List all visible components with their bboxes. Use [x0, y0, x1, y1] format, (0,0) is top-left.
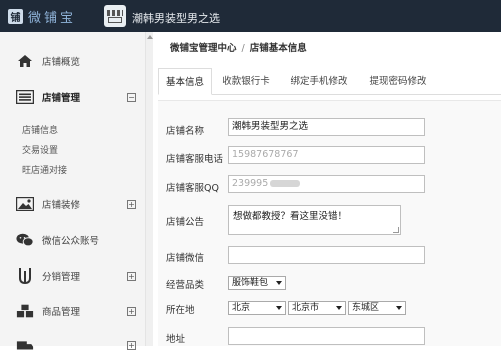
store-name-label: 店铺名称 — [166, 126, 205, 137]
notice-textarea[interactable]: 想做都教授？看这里没错！ — [228, 205, 401, 235]
location-label: 所在地 — [166, 305, 195, 316]
chevron-down-icon — [396, 306, 402, 310]
image-icon — [16, 195, 34, 213]
expand-icon[interactable]: + — [127, 271, 136, 281]
chevron-down-icon — [276, 281, 282, 285]
breadcrumb-current: 店铺基本信息 — [249, 43, 307, 54]
sidebar-item-label: 微信公众账号 — [42, 236, 100, 247]
notice-value: 想做都教授？看这里没错！ — [233, 211, 348, 222]
logo-mark: 铺 — [8, 8, 23, 24]
logo[interactable]: 铺 微铺宝 — [8, 7, 77, 26]
category-select[interactable]: 服饰鞋包 — [228, 276, 286, 290]
goods-icon — [16, 302, 34, 320]
chevron-down-icon — [336, 306, 342, 310]
sidebar-subitem-wangdiantong[interactable]: 旺店通对接 — [22, 163, 67, 176]
store-icon[interactable] — [104, 5, 126, 27]
sidebar-item-label: 分销管理 — [42, 272, 81, 283]
chevron-down-icon — [276, 306, 282, 310]
top-bar: 铺 微铺宝 潮韩男装型男之选 — [0, 0, 501, 32]
expand-icon[interactable]: + — [127, 199, 136, 209]
category-label: 经营品类 — [166, 280, 205, 291]
tab-bank-card[interactable]: 收款银行卡 — [214, 68, 278, 95]
city-select[interactable]: 北京市 — [288, 301, 346, 315]
district-select[interactable]: 东城区 — [348, 301, 406, 315]
phone-label: 店铺客服电话 — [166, 154, 224, 165]
wechat-label: 店铺微信 — [166, 253, 205, 264]
sidebar-item-label: 店铺装修 — [42, 200, 81, 211]
breadcrumb-root[interactable]: 微铺宝管理中心 — [170, 43, 237, 54]
sidebar-scrollbar[interactable] — [145, 32, 153, 346]
home-icon — [16, 52, 34, 70]
expand-icon[interactable]: + — [127, 306, 136, 316]
store-name: 潮韩男装型男之选 — [132, 12, 220, 25]
phone-value: 15987678767 — [232, 149, 299, 160]
wechat-input[interactable] — [228, 246, 425, 264]
city-value: 北京市 — [292, 303, 320, 313]
category-value: 服饰鞋包 — [232, 278, 269, 288]
sidebar-item-wechat-account[interactable]: 微信公众账号 — [0, 225, 145, 255]
sidebar-item-partial[interactable]: + — [0, 330, 145, 360]
sidebar-item-store-decoration[interactable]: 店铺装修 + — [0, 189, 145, 219]
qq-input[interactable]: 239995 — [228, 175, 425, 193]
tab-basic-info[interactable]: 基本信息 — [158, 68, 212, 95]
phone-input[interactable]: 15987678767 — [228, 146, 425, 164]
province-select[interactable]: 北京 — [228, 301, 286, 315]
qq-label: 店铺客服QQ — [166, 183, 219, 194]
address-input[interactable] — [228, 327, 425, 345]
breadcrumb: 微铺宝管理中心 / 店铺基本信息 — [170, 40, 307, 54]
address-label: 地址 — [166, 334, 186, 345]
sidebar-subitem-store-info[interactable]: 店铺信息 — [22, 123, 58, 136]
tab-withdraw-password[interactable]: 提现密码修改 — [358, 68, 438, 95]
tab-bar: 基本信息 收款银行卡 绑定手机修改 提现密码修改 — [158, 68, 501, 95]
sidebar-item-label: 店铺管理 — [42, 93, 81, 104]
collapse-icon[interactable]: − — [127, 92, 136, 102]
distribution-icon — [16, 267, 34, 285]
qq-value: 239995 — [232, 178, 269, 189]
store-name-input[interactable]: 潮韩男装型男之选 — [228, 118, 425, 136]
sidebar-item-overview[interactable]: 店铺概览 — [0, 46, 145, 76]
sidebar-item-goods[interactable]: 商品管理 + — [0, 296, 145, 326]
sidebar-subitem-trade-settings[interactable]: 交易设置 — [22, 143, 58, 156]
truck-icon — [16, 336, 34, 354]
district-value: 东城区 — [352, 303, 380, 313]
expand-icon[interactable]: + — [127, 340, 136, 350]
sidebar-item-store-management[interactable]: 店铺管理 − — [0, 82, 145, 112]
resize-handle[interactable] — [393, 227, 399, 233]
breadcrumb-separator: / — [241, 43, 245, 54]
sidebar-item-label: 店铺概览 — [42, 57, 81, 68]
tab-bind-phone[interactable]: 绑定手机修改 — [280, 68, 358, 95]
logo-text: 微铺宝 — [28, 10, 77, 26]
list-icon — [16, 88, 34, 106]
province-value: 北京 — [232, 303, 251, 313]
chat-icon — [16, 231, 34, 249]
sidebar-item-label: 商品管理 — [42, 307, 81, 318]
sidebar: 店铺概览 店铺管理 − 店铺信息 交易设置 旺店通对接 店铺装修 + 微信公众账… — [0, 32, 148, 350]
notice-label: 店铺公告 — [166, 217, 205, 228]
sidebar-item-distribution[interactable]: 分销管理 + — [0, 261, 145, 291]
